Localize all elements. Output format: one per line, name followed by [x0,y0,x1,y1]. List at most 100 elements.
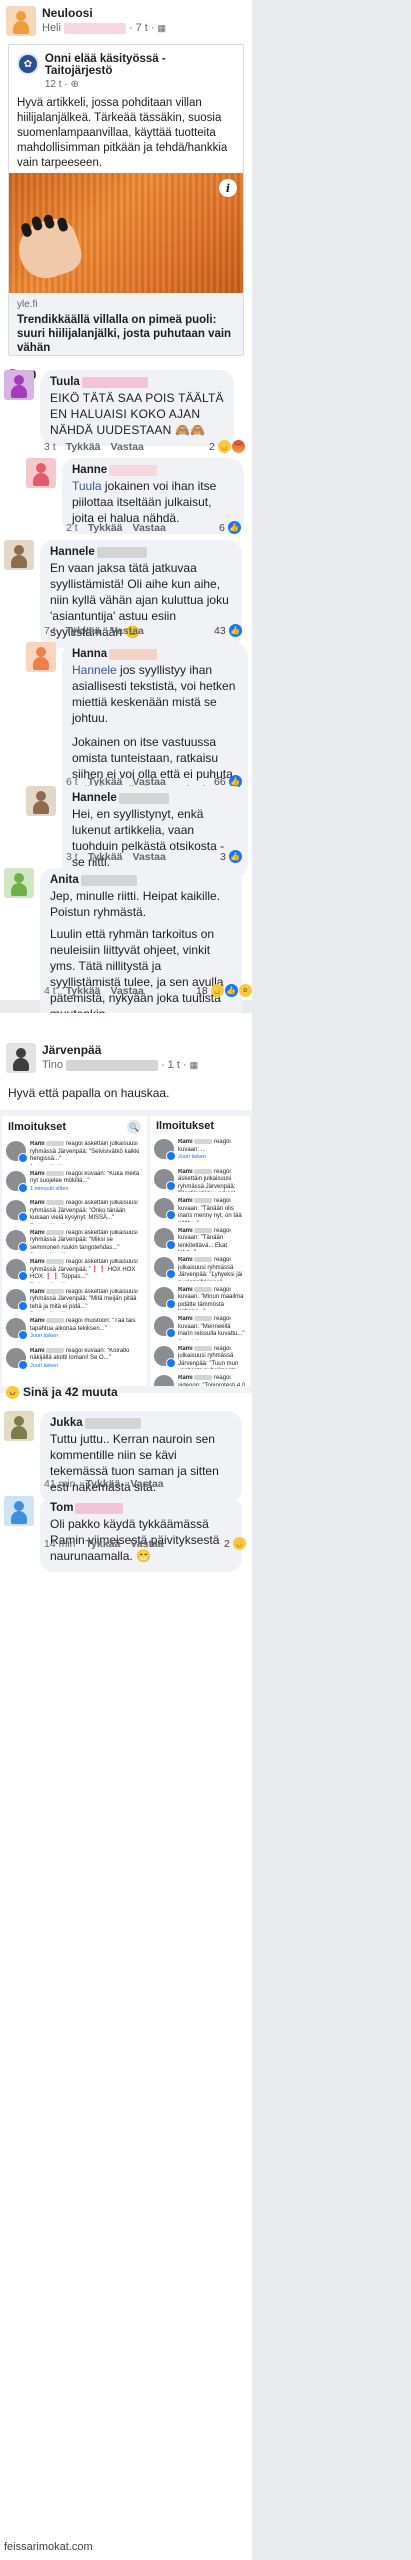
notification-item[interactable]: Rami reagoi kuvaan: "Menneellä inarin re… [150,1313,250,1343]
comment-time[interactable]: 7 t [44,625,56,637]
comment-reactions[interactable]: 43 👍 [214,624,242,637]
shared-group-name[interactable]: Onni elää käsityössä - Taitojärjestö [45,53,235,77]
commenter-avatar[interactable] [4,1411,34,1441]
notification-item[interactable]: Rami reagoi muistoon: "Tää tais tapahtua… [2,1315,147,1345]
group-name[interactable]: Järvenpää [42,1043,198,1057]
notification-text: Rami reagoi kuvaan: "Minun maailma pidät… [178,1286,246,1310]
notification-item[interactable]: Rami reagoi julkaisuusi ryhmässä Järvenp… [150,1254,250,1284]
comment-time[interactable]: 3 t [44,441,56,453]
comment: Tom Oli pakko käydä tykkäämässä Ramin vi… [4,1496,242,1572]
group-name[interactable]: Neuloosi [42,6,166,20]
commenter-avatar[interactable] [4,868,34,898]
reply-button[interactable]: Vastaa [111,985,144,997]
reply-button[interactable]: Vastaa [133,851,166,863]
redacted-name [75,1502,124,1514]
comment-time[interactable]: 14 min [44,1538,76,1550]
comment-bubble: Anita Jep, minulle riitti. Heipat kaikil… [40,868,242,1030]
post-time[interactable]: 7 t [136,22,148,34]
like-button[interactable]: Tykkää [88,851,123,863]
notification-item[interactable]: Rami reagoi kuvaan: "Tänään olis inaris … [150,1195,250,1225]
reply-button[interactable]: Vastaa [130,1538,163,1550]
notification-time: 2 minuuttia sitten [30,1223,72,1224]
group-audience-icon: ▦ [189,1059,199,1070]
comment-reactions[interactable]: 2 ◡ [224,1537,246,1550]
shared-post-card: ✿ Onni elää käsityössä - Taitojärjestö 1… [8,44,244,356]
commenter-name[interactable]: Hanna [72,648,107,660]
comment-text-paragraph: Luulin että ryhmän tarkoitus on neuleisi… [50,927,224,1021]
commenter-name[interactable]: Tuula [50,376,80,388]
redacted-name [194,1227,213,1233]
info-icon[interactable]: i [219,179,237,197]
notification-item[interactable]: Rami reagoi kuvaan: ... Juuri äsken [150,1136,250,1166]
group-logo-icon[interactable]: ✿ [17,53,39,75]
like-button[interactable]: Tykkää [88,522,123,534]
commenter-avatar[interactable] [26,786,56,816]
notification-item[interactable]: Rami reagoi äskettäin julkaisuusi ryhmäs… [2,1256,147,1286]
comment-time[interactable]: 4 t [44,985,56,997]
notification-item[interactable]: Rami reagoi julkaisuusi ryhmässä Järvenp… [150,1343,250,1373]
mention-link[interactable]: Tuula [72,479,102,493]
commenter-name[interactable]: Jukka [50,1417,83,1429]
author-avatar[interactable] [6,6,36,36]
author-avatar[interactable] [6,1043,36,1073]
notification-time: 2 minuuttia sitten [30,1311,72,1312]
comment-reactions[interactable]: 3 👍 [220,850,242,863]
notifications-screenshot[interactable]: Ilmoitukset 🔍 Rami reagoi äskettäin julka… [0,1110,252,1393]
notification-item[interactable]: Rami reagoi äskettäin julkaisuusi ryhmäs… [150,1166,250,1196]
reply-button[interactable]: Vastaa [111,625,144,637]
notification-item[interactable]: Rami reagoi kuvaan: "Minun maailma pidät… [150,1284,250,1314]
mention-link[interactable]: Hannele [72,663,117,677]
comment-reactions[interactable]: 6 👍 [219,521,241,534]
redacted-name [194,1375,213,1380]
notification-item[interactable]: Rami reagoi äskettäin julkaisuusi ryhmäs… [2,1138,147,1168]
notification-item[interactable]: Rami reagoi äskettäin julkaisuusi ryhmäs… [2,1197,147,1227]
commenter-name[interactable]: Anita [50,874,79,886]
notification-item[interactable]: Rami reagoi äskettäin julkaisuusi ryhmäs… [2,1286,147,1316]
comment-time[interactable]: 2 t [66,522,78,534]
commenter-name[interactable]: Tom [50,1502,73,1514]
reaction-summary[interactable]: ◡ Sinä ja 42 muuta [6,1385,118,1399]
shared-post-time[interactable]: 12 t [45,79,62,90]
notification-actor: Rami [30,1347,45,1354]
notification-item[interactable]: Rami reagoi videoon: "Toniprotesti 4.0 m… [150,1372,250,1386]
commenter-name[interactable]: Hannele [50,546,95,558]
comment-time[interactable]: 3 t [66,851,78,863]
commenter-name[interactable]: Hanne [72,464,107,476]
like-button[interactable]: Tykkää [66,625,101,637]
comment-actions: 2 t Tykkää Vastaa [66,522,166,534]
link-preview-image[interactable]: i [9,173,243,293]
link-title[interactable]: Trendikkäällä villalla on pimeä puoli: s… [17,313,235,355]
redacted-name [46,1200,65,1205]
reply-button[interactable]: Vastaa [111,441,144,453]
commenter-avatar[interactable] [4,1496,34,1526]
reply-button[interactable]: Vastaa [130,1478,163,1490]
comment-reactions[interactable]: 18 ◡ 👍 o [196,984,252,997]
notification-item[interactable]: Rami reagoi äskettäin julkaisuusi ryhmäs… [2,1227,147,1257]
link-caption[interactable]: yle.fi Trendikkäällä villalla on pimeä p… [9,293,243,355]
reply-button[interactable]: Vastaa [133,522,166,534]
redacted-name [118,792,169,804]
like-button[interactable]: Tykkää [66,985,101,997]
like-icon: 👍 [227,521,241,534]
author-name[interactable]: Tino [42,1059,63,1071]
like-button[interactable]: Tykkää [66,441,101,453]
wow-icon: o [238,984,252,997]
commenter-avatar[interactable] [26,458,56,488]
notification-actor: Rami [178,1286,193,1293]
redacted-name [46,1229,65,1235]
commenter-name[interactable]: Hannele [72,792,117,804]
redacted-name [80,874,137,886]
like-button[interactable]: Tykkää [86,1478,121,1490]
notification-item[interactable]: Rami reagoi kuvaan: "Tänään lenkitettävä… [150,1225,250,1255]
notification-item[interactable]: Rami reagoi kuvaan: "Kuka meitä nyt suoj… [2,1168,147,1198]
author-name[interactable]: Heli [42,22,61,34]
comment-reactions[interactable]: 2 ◡ ︶ [209,440,245,453]
comment-time[interactable]: 41 min [44,1478,76,1490]
notification-text: Rami reagoi julkaisuusi ryhmässä Järvenp… [178,1257,246,1281]
commenter-avatar[interactable] [26,642,56,672]
like-button[interactable]: Tykkää [86,1538,121,1550]
post-time[interactable]: 1 t [168,1059,180,1071]
commenter-avatar[interactable] [4,370,34,400]
commenter-avatar[interactable] [4,540,34,570]
notification-item[interactable]: Rami reagoi kuvaan: "Koiratki näkijällä … [2,1345,147,1375]
